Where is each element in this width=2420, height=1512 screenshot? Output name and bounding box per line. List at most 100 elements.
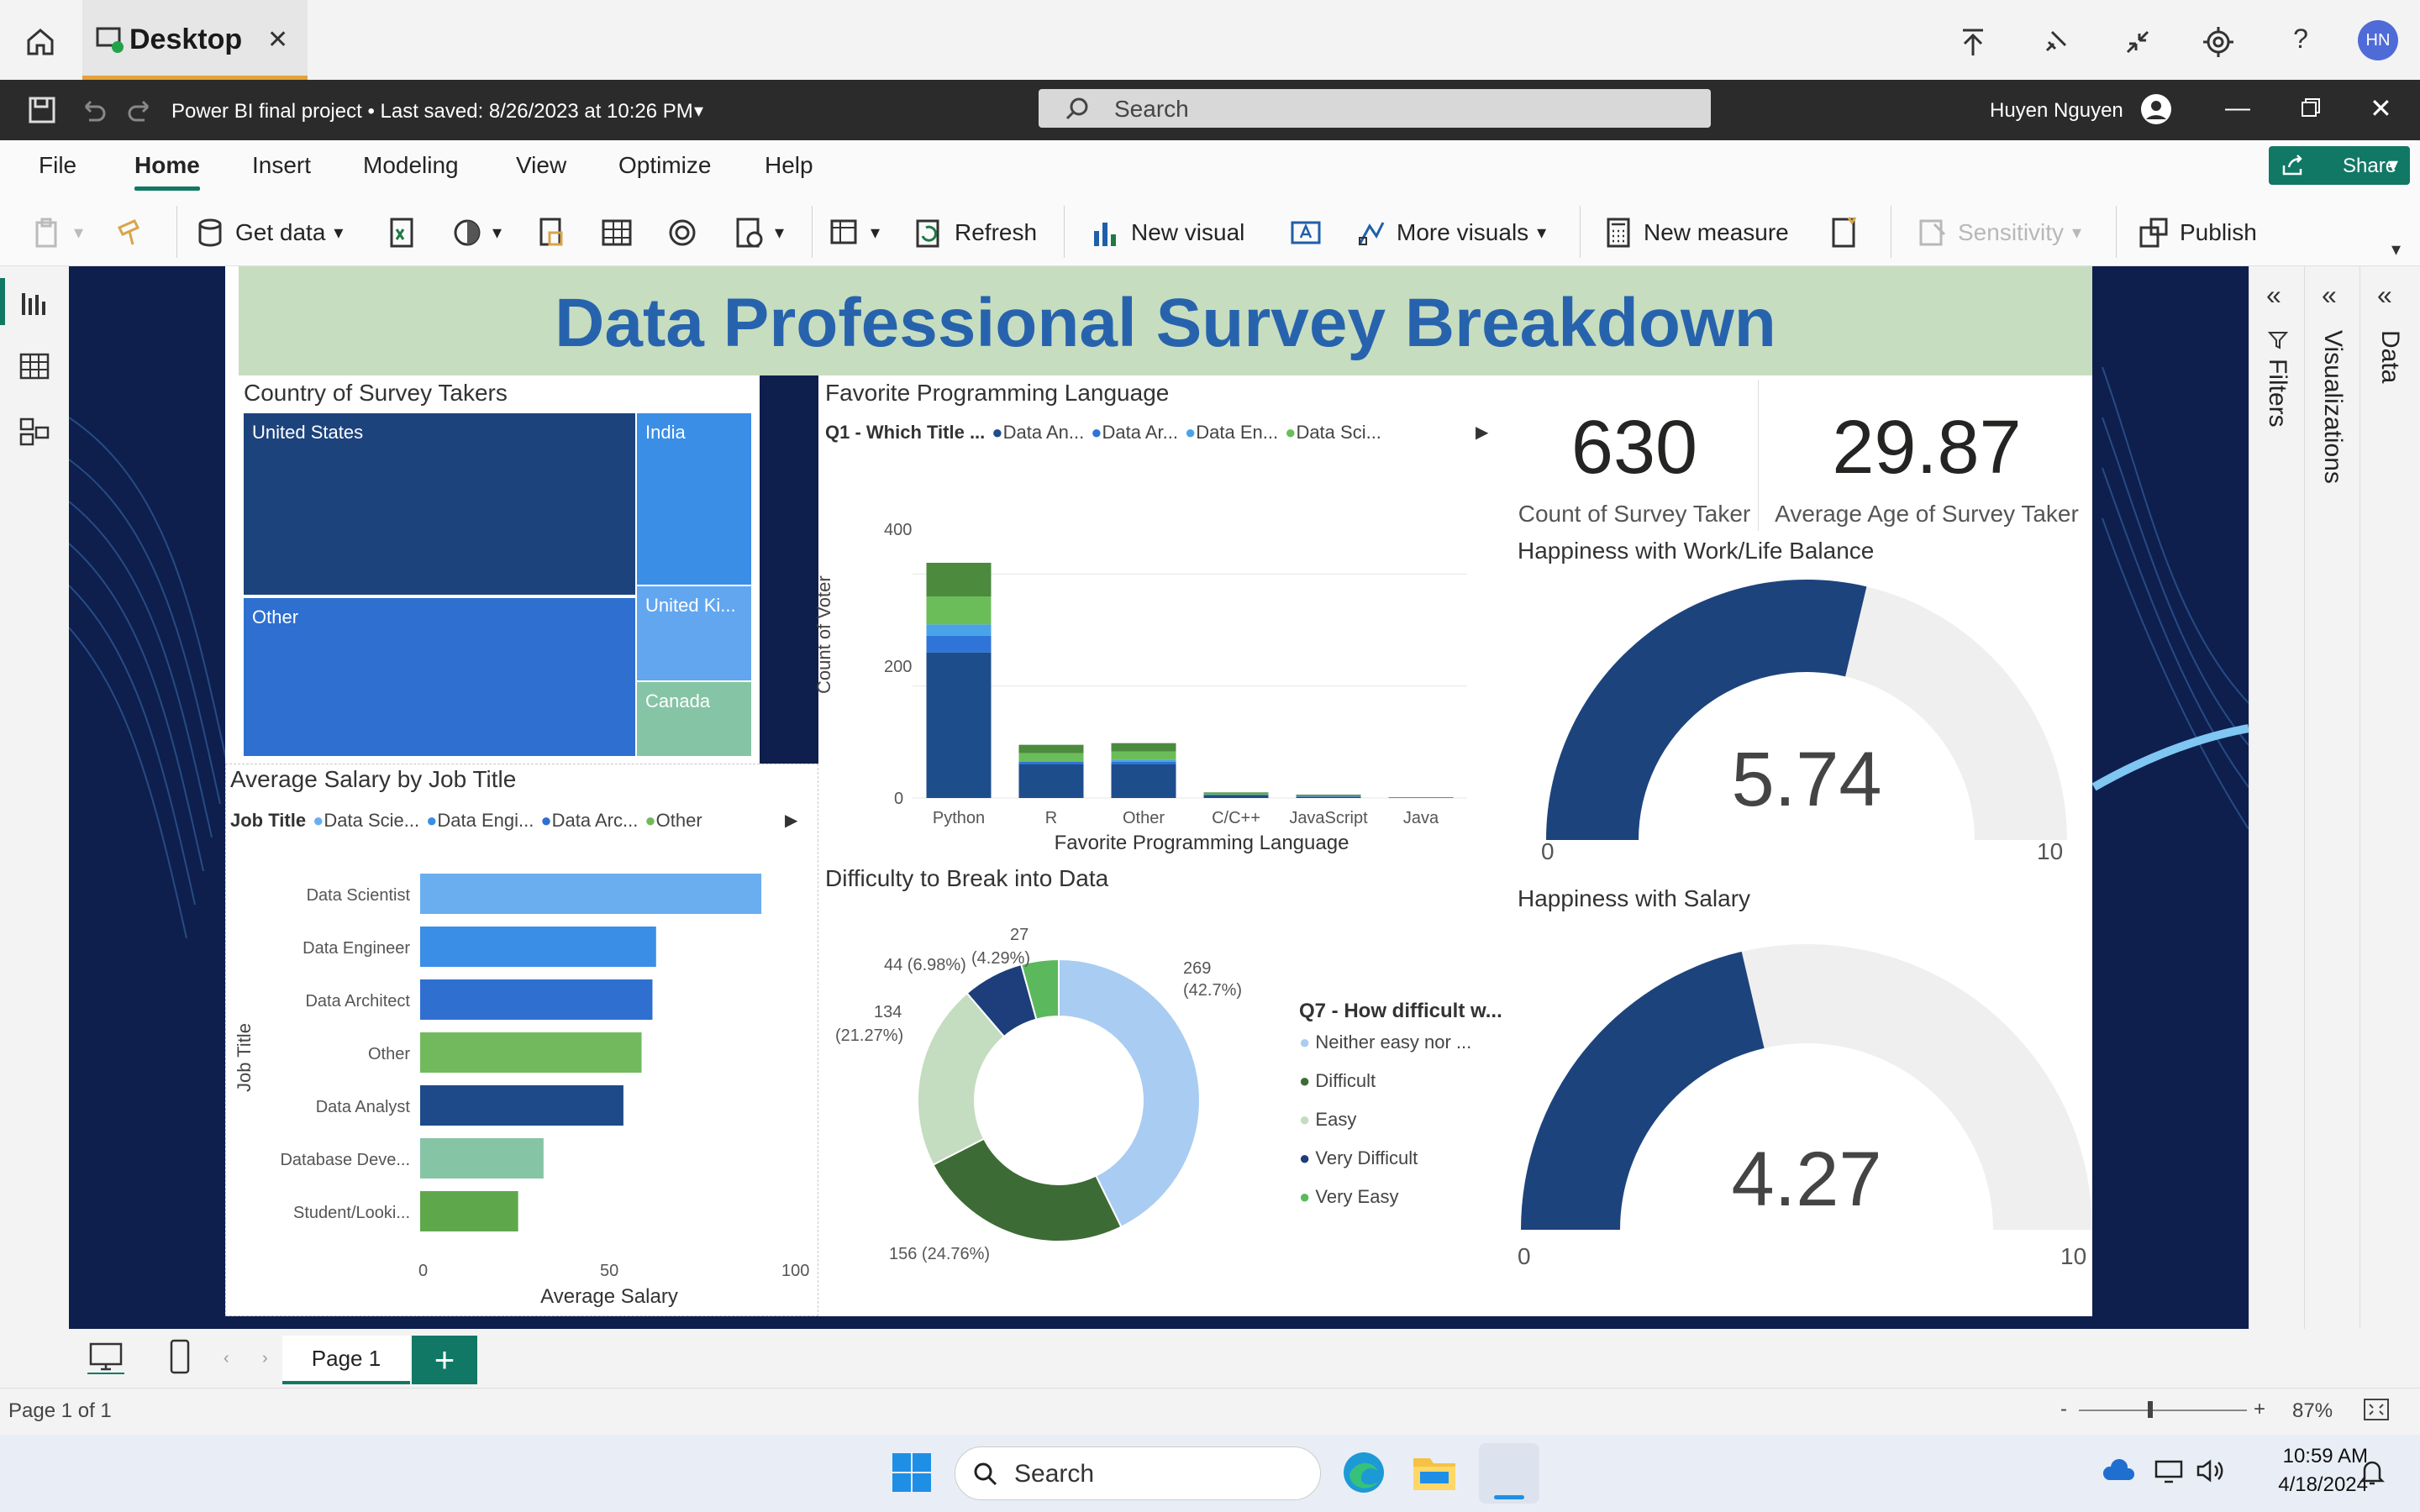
bar-segment[interactable]: [1018, 753, 1084, 762]
page-tab-1[interactable]: Page 1: [282, 1336, 410, 1384]
bar-segment[interactable]: [1018, 761, 1084, 764]
treemap-tile-canada[interactable]: Canada: [637, 682, 751, 756]
page-next-arrow-icon[interactable]: ›: [262, 1349, 268, 1368]
notification-bell-icon[interactable]: [2358, 1458, 2386, 1487]
windows-start-icon[interactable]: [891, 1452, 933, 1494]
zoom-out-icon[interactable]: -: [2060, 1398, 2067, 1421]
legend-item[interactable]: ● Very Difficult: [1299, 1147, 1502, 1169]
zoom-slider[interactable]: [2079, 1410, 2247, 1411]
network-icon[interactable]: [2154, 1458, 2183, 1483]
tab-help[interactable]: Help: [765, 152, 813, 179]
bar-segment[interactable]: [1111, 743, 1176, 752]
taskbar-date[interactable]: 4/18/2024: [2259, 1473, 2368, 1497]
tab-insert[interactable]: Insert: [252, 152, 311, 179]
refresh-button[interactable]: Refresh: [913, 214, 1037, 251]
chevron-down-icon[interactable]: ▾: [694, 100, 703, 122]
salary-bar[interactable]: [420, 874, 762, 914]
bar-segment[interactable]: [1388, 797, 1454, 798]
tab-modeling[interactable]: Modeling: [363, 152, 459, 179]
salary-bar[interactable]: [420, 979, 653, 1020]
legend-item[interactable]: ● Very Easy: [1299, 1186, 1502, 1208]
legend-item[interactable]: ● Difficult: [1299, 1070, 1502, 1092]
legend-next-arrow-icon[interactable]: ▶: [1476, 422, 1488, 443]
zoom-in-icon[interactable]: +: [2254, 1398, 2265, 1421]
treemap-tile-india[interactable]: India: [637, 413, 751, 585]
onedrive-icon[interactable]: [2102, 1458, 2136, 1483]
bar-segment[interactable]: [926, 596, 992, 625]
more-visuals-button[interactable]: More visuals ▾: [1355, 214, 1546, 251]
bar-segment[interactable]: [1203, 795, 1269, 798]
bar-segment[interactable]: [926, 652, 992, 798]
close-icon[interactable]: ✕: [267, 25, 288, 55]
format-painter-button[interactable]: [113, 214, 146, 251]
legend-item[interactable]: ●Data Scie...: [313, 810, 419, 832]
edge-browser-icon[interactable]: [1341, 1450, 1386, 1495]
tab-home[interactable]: Home: [134, 152, 200, 179]
file-title[interactable]: Power BI final project • Last saved: 8/2…: [171, 100, 693, 123]
filters-pane[interactable]: « Filters: [2249, 266, 2304, 1329]
legend-item[interactable]: ●Data Sci...: [1285, 422, 1381, 444]
bar-segment[interactable]: [1111, 759, 1176, 762]
legend-item[interactable]: ●Other: [644, 810, 702, 832]
legend-item[interactable]: ● Neither easy nor ...: [1299, 1032, 1502, 1053]
expand-chevron-icon[interactable]: «: [2322, 280, 2337, 311]
sql-server-button[interactable]: [600, 214, 634, 251]
salary-bar[interactable]: [420, 1191, 518, 1231]
quick-measure-button[interactable]: [1827, 214, 1860, 251]
add-page-button[interactable]: +: [412, 1336, 477, 1384]
fit-to-page-icon[interactable]: [2363, 1398, 2390, 1421]
legend-item[interactable]: ● Easy: [1299, 1109, 1502, 1131]
tab-file[interactable]: File: [39, 152, 76, 179]
tab-view[interactable]: View: [516, 152, 566, 179]
report-view-icon[interactable]: [18, 286, 50, 318]
close-window-icon[interactable]: ✕: [2370, 92, 2392, 124]
bar-segment[interactable]: [1018, 764, 1084, 798]
bar-segment[interactable]: [1018, 744, 1084, 753]
salary-bar[interactable]: [420, 1138, 544, 1179]
bar-segment[interactable]: [926, 563, 992, 596]
get-data-button[interactable]: Get data ▾: [193, 214, 343, 251]
bar-segment[interactable]: [1296, 795, 1361, 796]
taskbar-time[interactable]: 10:59 AM: [2259, 1445, 2368, 1468]
restore-icon[interactable]: [2299, 96, 2323, 119]
search-input[interactable]: Search: [1039, 89, 1711, 128]
share-button[interactable]: Share ▾: [2269, 146, 2410, 185]
powerbi-taskbar-button[interactable]: [1479, 1443, 1539, 1504]
paste-button[interactable]: ▾: [32, 214, 83, 251]
excel-button[interactable]: [385, 214, 418, 251]
legend-item[interactable]: ●Data An...: [992, 422, 1084, 444]
ribbon-expand-chevron-icon[interactable]: ▾: [2391, 239, 2401, 260]
bar-segment[interactable]: [926, 635, 992, 653]
onelake-button[interactable]: ▾: [450, 214, 502, 251]
account-icon[interactable]: [2139, 92, 2173, 126]
undo-icon[interactable]: [77, 95, 108, 125]
settings-gear-icon[interactable]: [2200, 24, 2237, 60]
dataverse-button[interactable]: [534, 214, 568, 251]
salary-bar[interactable]: [420, 1085, 623, 1126]
text-box-button[interactable]: [1289, 214, 1323, 251]
expand-chevron-icon[interactable]: «: [2266, 280, 2281, 311]
bar-segment[interactable]: [1203, 793, 1269, 795]
tab-optimize[interactable]: Optimize: [618, 152, 711, 179]
treemap-tile-united-kingdom[interactable]: United Ki...: [637, 586, 751, 680]
volume-icon[interactable]: [2196, 1458, 2227, 1483]
tab-desktop[interactable]: Desktop ✕: [82, 0, 308, 80]
model-view-icon[interactable]: [18, 416, 50, 448]
mobile-layout-icon[interactable]: [168, 1339, 192, 1376]
collapse-icon[interactable]: [2119, 24, 2156, 60]
pin-icon[interactable]: [2037, 24, 2074, 60]
treemap-tile-other[interactable]: Other: [244, 598, 635, 756]
legend-item[interactable]: ●Data En...: [1185, 422, 1278, 444]
zoom-level[interactable]: 87%: [2292, 1399, 2333, 1423]
legend-item[interactable]: ●Data Engi...: [426, 810, 534, 832]
recent-sources-button[interactable]: ▾: [733, 214, 784, 251]
sensitivity-button[interactable]: Sensitivity ▾: [1916, 214, 2081, 251]
minimize-icon[interactable]: —: [2225, 94, 2250, 123]
zoom-slider-thumb[interactable]: [2148, 1401, 2153, 1418]
home-icon[interactable]: [20, 22, 60, 62]
file-explorer-icon[interactable]: [1412, 1452, 1457, 1494]
enter-data-button[interactable]: [666, 214, 699, 251]
taskbar-search-input[interactable]: Search: [955, 1446, 1321, 1500]
salary-bar[interactable]: [420, 1032, 642, 1073]
legend-item[interactable]: ●Data Ar...: [1091, 422, 1178, 444]
